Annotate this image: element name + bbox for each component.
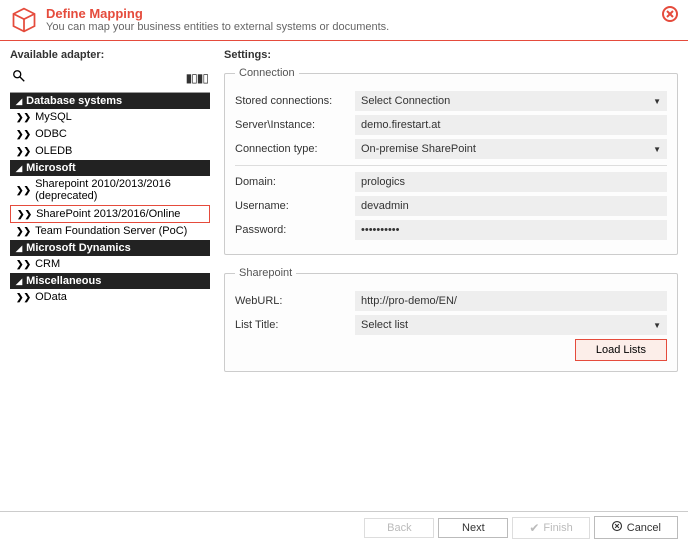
cancel-icon <box>611 520 623 535</box>
dialog-header: Define Mapping You can map your business… <box>0 0 688 41</box>
chevron-icon: ❯❯ <box>17 209 32 220</box>
tree-item-label: OLEDB <box>35 145 72 157</box>
finish-label: Finish <box>543 522 572 534</box>
tree-item-label: Sharepoint 2010/2013/2016 (deprecated) <box>35 178 204 202</box>
tree-item-label: CRM <box>35 258 60 270</box>
tree-group-label: Microsoft <box>26 162 76 174</box>
domain-input[interactable] <box>355 172 667 192</box>
next-button[interactable]: Next <box>438 518 508 538</box>
tree-item-sp-online[interactable]: ❯❯ SharePoint 2013/2016/Online <box>10 205 210 223</box>
chevron-icon: ❯❯ <box>16 226 31 237</box>
chevron-down-icon: ◢ <box>16 164 22 173</box>
adapter-tree: ◢ Database systems ❯❯ MySQL ❯❯ ODBC ❯❯ OLEDB… <box>10 92 210 306</box>
tree-item-tfs[interactable]: ❯❯ Team Foundation Server (PoC) <box>10 223 210 240</box>
cancel-button[interactable]: Cancel <box>594 516 678 539</box>
tree-item-mysql[interactable]: ❯❯ MySQL <box>10 109 210 126</box>
chevron-down-icon: ◢ <box>16 277 22 286</box>
tree-item-label: SharePoint 2013/2016/Online <box>36 208 180 220</box>
tree-group-misc[interactable]: ◢ Miscellaneous <box>10 273 210 289</box>
chevron-down-icon: ▼ <box>653 145 661 154</box>
wizard-footer: Back Next ✔ Finish Cancel <box>0 511 688 543</box>
tree-group-db[interactable]: ◢ Database systems <box>10 93 210 109</box>
tree-item-label: Team Foundation Server (PoC) <box>35 225 187 237</box>
finish-button[interactable]: ✔ Finish <box>512 517 589 539</box>
connection-legend: Connection <box>235 67 299 79</box>
search-icon[interactable] <box>12 69 26 86</box>
list-title-select[interactable]: Select list ▼ <box>355 315 667 335</box>
username-input[interactable] <box>355 196 667 216</box>
dialog-title: Define Mapping <box>46 6 389 21</box>
settings-label: Settings: <box>224 49 678 61</box>
sharepoint-legend: Sharepoint <box>235 267 296 279</box>
cancel-label: Cancel <box>627 522 661 534</box>
chevron-icon: ❯❯ <box>16 112 31 123</box>
weburl-input[interactable] <box>355 291 667 311</box>
filter-icon[interactable]: ▮▯▮▯ <box>186 71 208 85</box>
tree-item-label: ODBC <box>35 128 67 140</box>
chevron-down-icon: ▼ <box>653 321 661 330</box>
adapter-label: Available adapter: <box>10 49 210 61</box>
tree-item-label: OData <box>35 291 67 303</box>
chevron-down-icon: ◢ <box>16 244 22 253</box>
tree-item-label: MySQL <box>35 111 72 123</box>
chevron-icon: ❯❯ <box>16 259 31 270</box>
chevron-icon: ❯❯ <box>16 129 31 140</box>
tree-group-label: Database systems <box>26 95 122 107</box>
domain-label: Domain: <box>235 176 355 188</box>
tree-group-label: Miscellaneous <box>26 275 101 287</box>
connection-fieldset: Connection Stored connections: Select Co… <box>224 67 678 255</box>
tree-group-dynamics[interactable]: ◢ Microsoft Dynamics <box>10 240 210 256</box>
chevron-icon: ❯❯ <box>16 185 31 196</box>
server-label: Server\Instance: <box>235 119 355 131</box>
weburl-label: WebURL: <box>235 295 355 307</box>
dialog-subtitle: You can map your business entities to ex… <box>46 21 389 33</box>
select-value: Select list <box>361 319 408 331</box>
chevron-down-icon: ▼ <box>653 97 661 106</box>
cube-icon <box>10 6 38 34</box>
tree-item-crm[interactable]: ❯❯ CRM <box>10 256 210 273</box>
sharepoint-fieldset: Sharepoint WebURL: List Title: Select li… <box>224 267 678 372</box>
password-input[interactable] <box>355 220 667 240</box>
chevron-icon: ❯❯ <box>16 146 31 157</box>
select-value: Select Connection <box>361 95 450 107</box>
tree-item-sp-deprecated[interactable]: ❯❯ Sharepoint 2010/2013/2016 (deprecated) <box>10 176 210 205</box>
username-label: Username: <box>235 200 355 212</box>
load-lists-button[interactable]: Load Lists <box>575 339 667 361</box>
password-label: Password: <box>235 224 355 236</box>
tree-item-odata[interactable]: ❯❯ OData <box>10 289 210 306</box>
tree-item-odbc[interactable]: ❯❯ ODBC <box>10 126 210 143</box>
close-icon[interactable] <box>662 6 678 25</box>
stored-connections-label: Stored connections: <box>235 95 355 107</box>
server-input[interactable] <box>355 115 667 135</box>
back-button[interactable]: Back <box>364 518 434 538</box>
tree-group-label: Microsoft Dynamics <box>26 242 131 254</box>
stored-connections-select[interactable]: Select Connection ▼ <box>355 91 667 111</box>
list-title-label: List Title: <box>235 319 355 331</box>
connection-type-select[interactable]: On-premise SharePoint ▼ <box>355 139 667 159</box>
chevron-down-icon: ◢ <box>16 97 22 106</box>
chevron-icon: ❯❯ <box>16 292 31 303</box>
connection-type-label: Connection type: <box>235 143 355 155</box>
tree-group-microsoft[interactable]: ◢ Microsoft <box>10 160 210 176</box>
tree-item-oledb[interactable]: ❯❯ OLEDB <box>10 143 210 160</box>
check-icon: ✔ <box>529 521 539 535</box>
select-value: On-premise SharePoint <box>361 143 476 155</box>
